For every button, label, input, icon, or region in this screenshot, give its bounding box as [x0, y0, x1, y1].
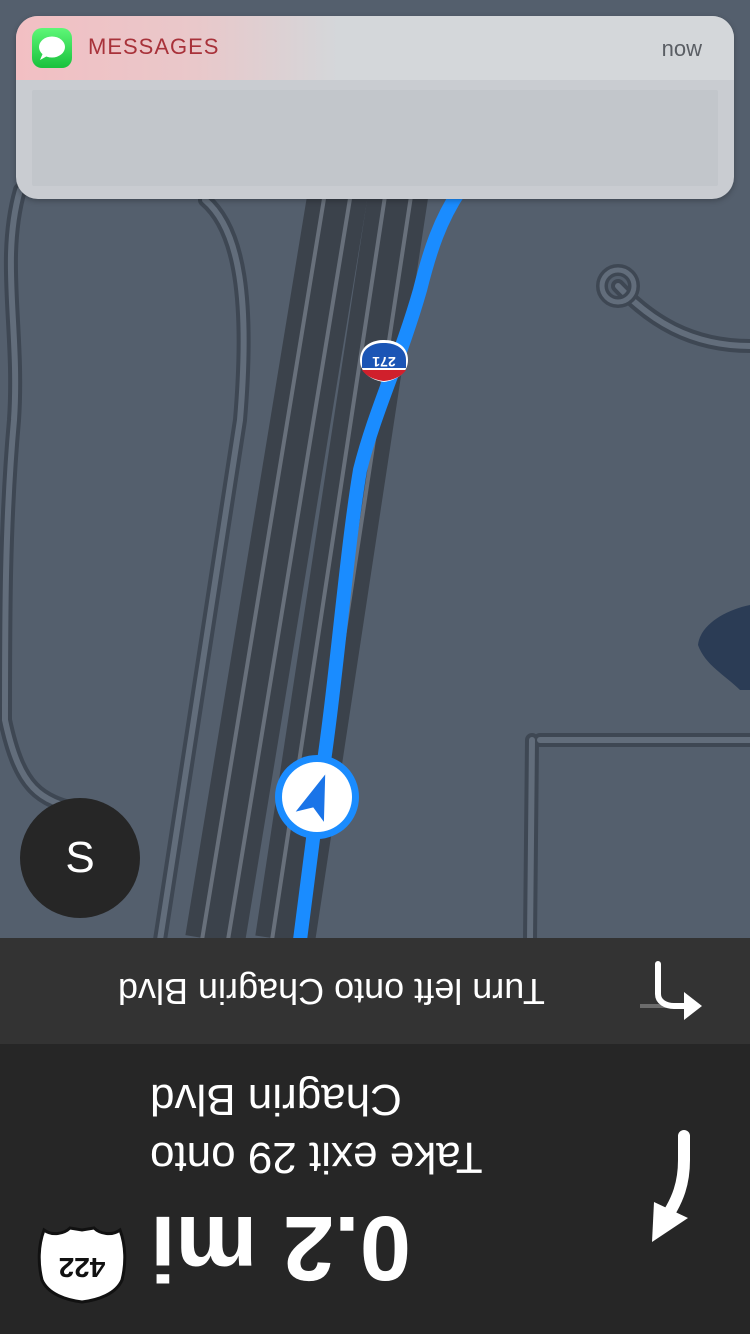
notification-app-name: MESSAGES	[88, 34, 220, 59]
compass-label: S	[65, 833, 95, 882]
exit-right-arrow-icon	[652, 1130, 690, 1242]
current-maneuver-text: 0.2 mi Take exit 29 onto Chagrin Blvd	[150, 1068, 600, 1299]
navigation-arrow-icon	[275, 755, 359, 839]
notification-header: MESSAGES now	[16, 16, 734, 80]
maneuver-instruction: Take exit 29 onto Chagrin Blvd	[150, 1075, 483, 1182]
compass-button[interactable]: S	[20, 798, 140, 918]
shield-271-label: 271	[372, 354, 396, 370]
us-route-shield-422: 422	[37, 1226, 127, 1304]
turn-left-icon	[640, 961, 702, 1020]
messages-icon	[32, 28, 72, 68]
shield-422-label: 422	[59, 1252, 106, 1283]
message-notification[interactable]: MESSAGES now	[16, 16, 734, 199]
notification-time: now	[661, 36, 702, 61]
maneuver-distance: 0.2 mi	[150, 1197, 411, 1299]
notification-body	[32, 90, 718, 186]
next-maneuver-text: Turn left onto Chagrin Blvd	[118, 971, 545, 1012]
